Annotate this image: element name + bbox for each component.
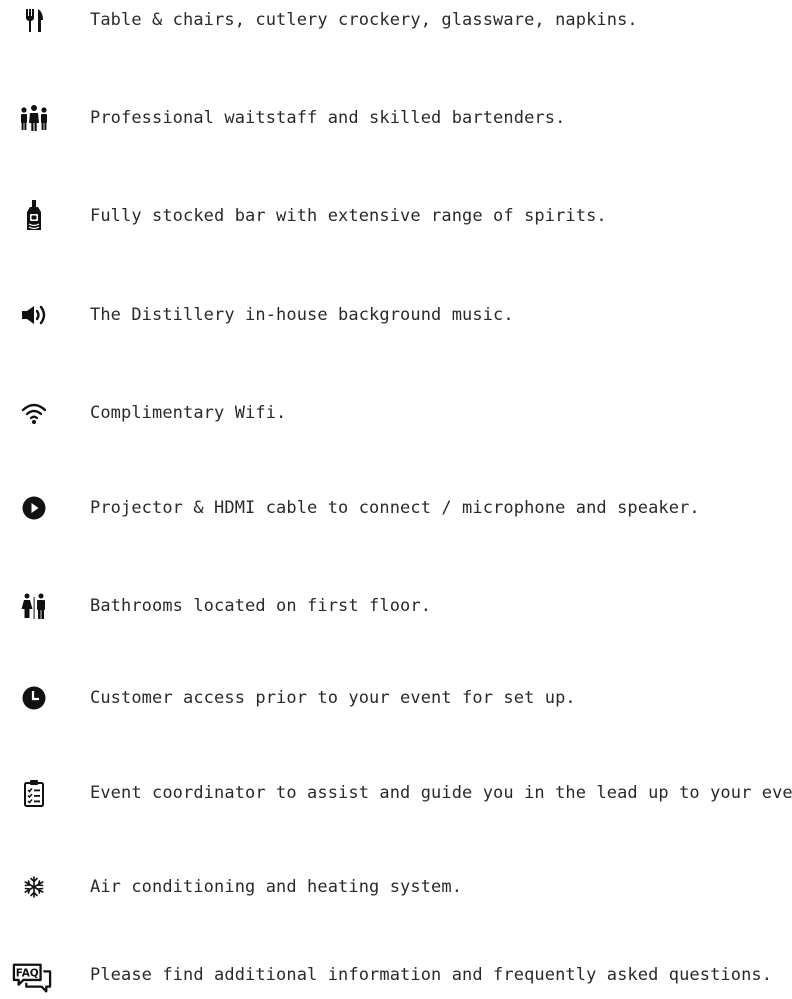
feature-text: Fully stocked bar with extensive range o… xyxy=(90,206,607,226)
feature-item-tableware: Table & chairs, cutlery crockery, glassw… xyxy=(0,0,792,40)
play-icon xyxy=(14,488,54,528)
feature-item-access: Customer access prior to your event for … xyxy=(0,678,792,718)
feature-item-wifi: Complimentary Wifi. xyxy=(0,393,792,433)
wifi-icon xyxy=(14,393,54,433)
feature-text: Air conditioning and heating system. xyxy=(90,877,463,897)
feature-item-projector: Projector & HDMI cable to connect / micr… xyxy=(0,488,792,528)
feature-item-staff: Professional waitstaff and skilled barte… xyxy=(0,98,792,138)
snowflake-icon xyxy=(14,867,54,907)
feature-item-climate: Air conditioning and heating system. xyxy=(0,867,792,907)
bottle-icon xyxy=(14,196,54,236)
feature-item-bathrooms: Bathrooms located on first floor. xyxy=(0,586,792,626)
feature-item-coordinator: Event coordinator to assist and guide yo… xyxy=(0,773,792,813)
feature-text: Table & chairs, cutlery crockery, glassw… xyxy=(90,10,638,30)
feature-text: Please find additional information and f… xyxy=(90,965,773,985)
staff-icon xyxy=(14,98,54,138)
restroom-icon xyxy=(14,586,54,626)
clipboard-icon xyxy=(14,773,54,813)
feature-item-faq[interactable]: FAQ Please find additional information a… xyxy=(0,955,792,995)
faq-icon[interactable]: FAQ xyxy=(12,959,52,999)
speaker-icon xyxy=(14,295,54,335)
svg-text:FAQ: FAQ xyxy=(16,968,39,980)
feature-item-bar: Fully stocked bar with extensive range o… xyxy=(0,196,792,236)
feature-text: Customer access prior to your event for … xyxy=(90,688,576,708)
feature-text: Projector & HDMI cable to connect / micr… xyxy=(90,498,700,518)
feature-item-music: The Distillery in-house background music… xyxy=(0,295,792,335)
feature-list: Table & chairs, cutlery crockery, glassw… xyxy=(0,0,792,998)
feature-text: Event coordinator to assist and guide yo… xyxy=(90,783,792,803)
feature-text: The Distillery in-house background music… xyxy=(90,305,514,325)
clock-icon xyxy=(14,678,54,718)
cutlery-icon xyxy=(14,0,54,40)
feature-text: Bathrooms located on first floor. xyxy=(90,596,432,616)
feature-text: Professional waitstaff and skilled barte… xyxy=(90,108,566,128)
feature-text: Complimentary Wifi. xyxy=(90,403,287,423)
